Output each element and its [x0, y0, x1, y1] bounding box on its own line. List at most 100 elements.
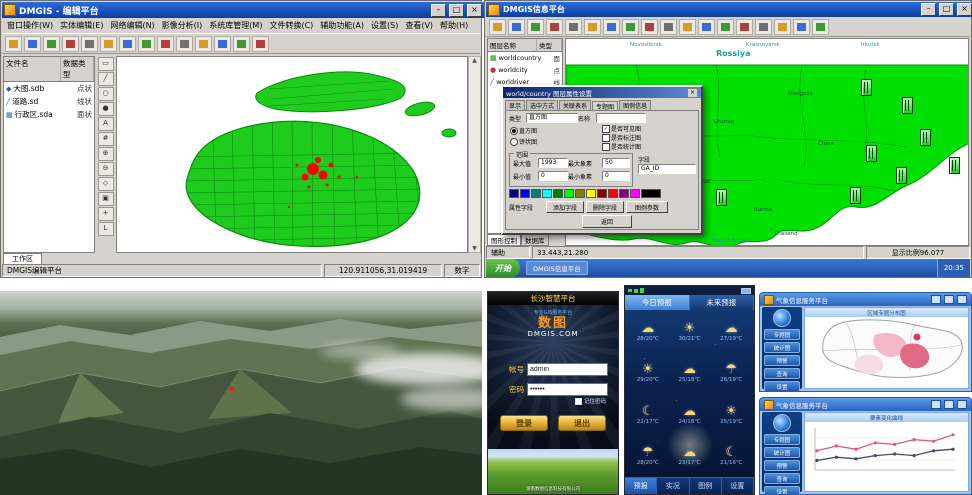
min-pixel-input[interactable]: 0 [602, 171, 630, 181]
menu-item[interactable]: 文件转换(C) [269, 20, 313, 31]
toolbar-icon[interactable] [641, 19, 658, 35]
tool-button[interactable]: # [98, 132, 114, 146]
nav-forecast[interactable]: 预报 [625, 478, 657, 494]
terrain-3d-view[interactable] [0, 291, 482, 495]
sidebar-button[interactable]: 预警 [764, 460, 800, 471]
password-input[interactable] [527, 383, 608, 396]
exit-button[interactable]: 退出 [558, 415, 606, 431]
menu-item[interactable]: 设置(S) [371, 20, 398, 31]
column-header[interactable]: 数据类型 [61, 57, 94, 81]
column-header[interactable]: 类型 [537, 39, 562, 51]
menu-item[interactable]: 网络编辑(N) [110, 20, 154, 31]
tab-future[interactable]: 未来预报 [690, 295, 755, 310]
minimize-button[interactable] [931, 400, 941, 409]
titlebar[interactable]: 气象信息服务平台 [760, 398, 971, 411]
tool-button[interactable]: A [98, 117, 114, 131]
toolbar-icon[interactable] [5, 36, 22, 52]
menu-item[interactable]: 辅助功能(A) [320, 20, 364, 31]
statistic-checkbox[interactable] [602, 143, 610, 151]
remember-password[interactable]: 记住密码 [575, 397, 606, 405]
toolbar-icon[interactable] [793, 19, 810, 35]
column-header[interactable]: 图层名称 [488, 39, 537, 51]
sidebar-button[interactable]: 查询 [764, 473, 800, 484]
tool-button[interactable]: ◇ [98, 177, 114, 191]
workspace-tab[interactable]: 工作区 [3, 253, 42, 264]
close-button[interactable]: × [467, 4, 482, 17]
sidebar-button[interactable]: 设置 [764, 486, 800, 495]
layer-row[interactable]: ● worldcity 点 [488, 64, 562, 76]
close-button[interactable]: × [957, 3, 972, 16]
color-swatch[interactable] [608, 189, 618, 198]
tool-button[interactable]: ▣ [98, 192, 114, 206]
visible-checkbox[interactable] [602, 125, 610, 133]
color-swatch[interactable] [597, 189, 607, 198]
toolbar-icon[interactable] [736, 19, 753, 35]
tool-button[interactable]: ╱ [98, 72, 114, 86]
tab-today[interactable]: 今日预报 [625, 295, 690, 310]
nav-live[interactable]: 实况 [657, 478, 689, 494]
color-swatch[interactable] [542, 189, 552, 198]
color-swatch[interactable] [553, 189, 563, 198]
toolbar-icon[interactable] [489, 19, 506, 35]
account-input[interactable] [527, 363, 608, 376]
toolbar-icon[interactable] [233, 36, 250, 52]
type-select[interactable]: 直方图 [526, 113, 578, 123]
minimize-button[interactable]: – [921, 3, 936, 16]
forecast-cell[interactable]: ☂28/20℃ [627, 436, 669, 478]
dialog-close-icon[interactable]: × [687, 88, 698, 98]
toolbar-icon[interactable] [195, 36, 212, 52]
max-value-input[interactable]: 1993 [538, 158, 568, 168]
legend-params-button[interactable]: 图例参数 [626, 201, 668, 213]
toolbar-icon[interactable] [100, 36, 117, 52]
sidebar-button[interactable]: 统计图 [764, 447, 800, 458]
titlebar[interactable]: 气象信息服务平台 [760, 293, 971, 306]
color-swatch[interactable] [619, 189, 629, 198]
maximize-button[interactable] [944, 295, 954, 304]
taskbar-item[interactable]: DMGIS信息平台 [526, 261, 588, 275]
system-tray-clock[interactable]: 20:35 [937, 259, 970, 277]
add-field-button[interactable]: 添加字段 [546, 201, 584, 213]
column-header[interactable]: 文件名 [4, 57, 61, 81]
toolbar-icon[interactable] [508, 19, 525, 35]
titlebar[interactable]: DMGIS - 编辑平台 – □ × [2, 2, 484, 18]
menu-item[interactable]: 影像分析(I) [162, 20, 203, 31]
forecast-cell[interactable]: ☀30/21℃ [669, 311, 711, 353]
toolbar-icon[interactable] [755, 19, 772, 35]
color-swatch[interactable] [575, 189, 585, 198]
toolbar-icon[interactable] [622, 19, 639, 35]
remember-checkbox[interactable] [575, 398, 582, 405]
menu-item[interactable]: 系统库管理(M) [209, 20, 262, 31]
layer-row[interactable]: ╱ 道路.sd 线状 [4, 95, 94, 108]
tool-button[interactable]: ⊖ [98, 162, 114, 176]
layer-row[interactable]: ▦ worldcountry 面 [488, 52, 562, 64]
sidebar-button[interactable]: 设置 [764, 381, 800, 392]
scroll-up-icon[interactable]: ▲ [472, 57, 477, 64]
delete-field-button[interactable]: 删除字段 [586, 201, 624, 213]
field-combo[interactable]: GA_ID [638, 164, 696, 174]
toolbar-icon[interactable] [176, 36, 193, 52]
color-swatch[interactable] [509, 189, 519, 198]
forecast-cell[interactable]: ☀25/19℃ [710, 394, 752, 436]
toolbar-icon[interactable] [527, 19, 544, 35]
layer-row[interactable]: ▦ 行政区.sda 面状 [4, 108, 94, 121]
titlebar[interactable]: DMGIS信息平台 – □ × [486, 2, 972, 17]
color-swatch[interactable] [586, 189, 596, 198]
tool-button[interactable]: ▭ [98, 57, 114, 71]
maximize-button[interactable]: □ [939, 3, 954, 16]
maximize-button[interactable] [944, 400, 954, 409]
toolbar-icon[interactable] [698, 19, 715, 35]
toolbar-icon[interactable] [546, 19, 563, 35]
sidebar-button[interactable]: 预警 [764, 355, 800, 366]
forecast-cell[interactable]: ☾22/17℃ [627, 394, 669, 436]
toolbar-icon[interactable] [24, 36, 41, 52]
tool-button[interactable]: L [98, 222, 114, 236]
toolbar-icon[interactable] [119, 36, 136, 52]
tool-button[interactable]: ⊕ [98, 147, 114, 161]
toolbar-icon[interactable] [679, 19, 696, 35]
menu-item[interactable]: 窗口操作(W) [7, 20, 53, 31]
toolbar-icon[interactable] [138, 36, 155, 52]
forecast-cell[interactable]: ☁25/18℃ [669, 353, 711, 395]
tool-button[interactable]: ○ [98, 87, 114, 101]
menu-item[interactable]: 查看(V) [405, 20, 433, 31]
dialog-tab[interactable]: 选中方式 [526, 100, 558, 110]
